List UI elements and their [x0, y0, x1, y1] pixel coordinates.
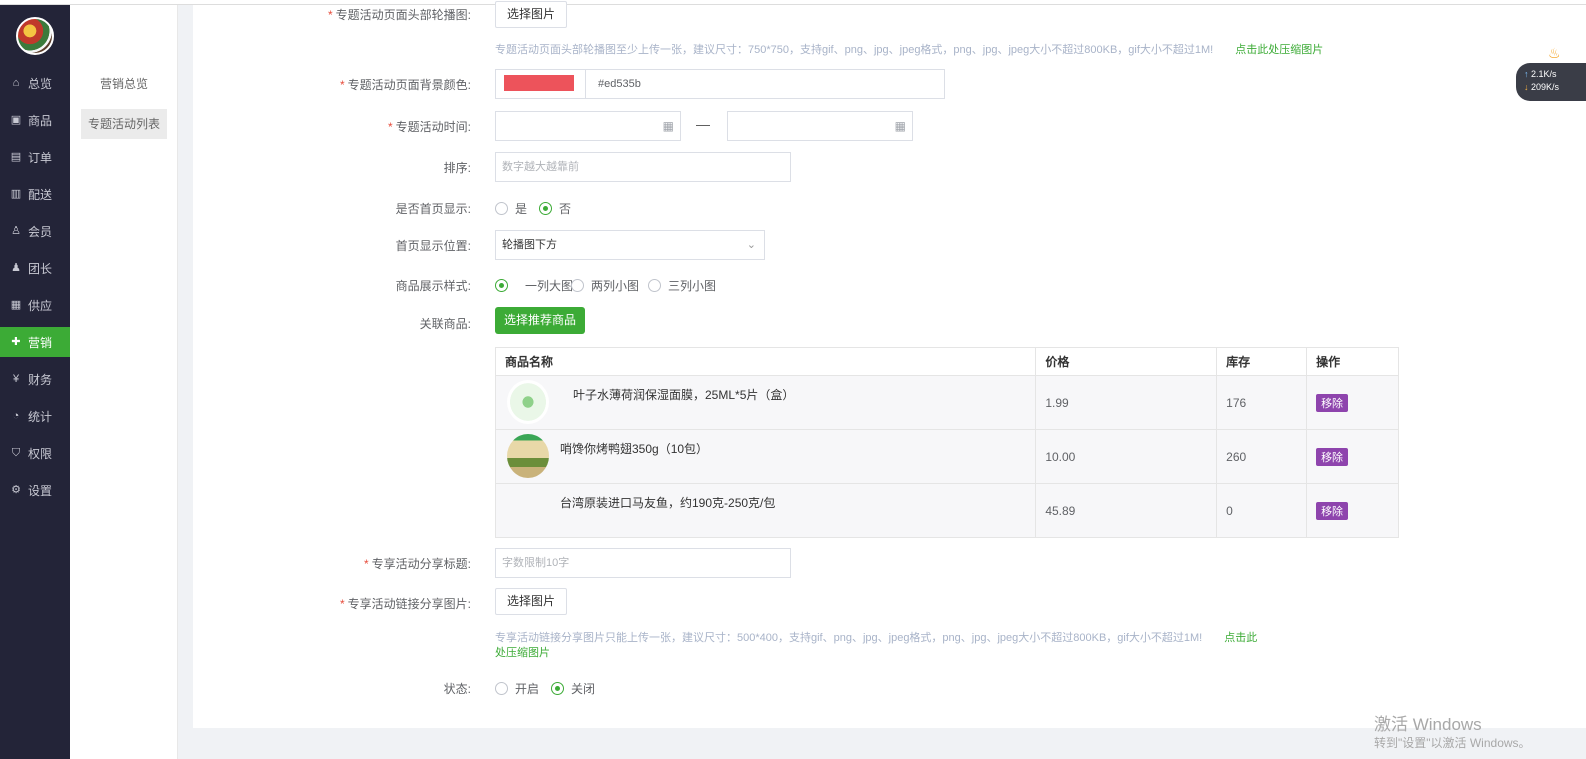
- bg-color-input[interactable]: #ed535b: [495, 69, 945, 99]
- product-name: 台湾原装进口马友鱼，约190克-250克/包: [560, 496, 776, 510]
- table-row: 哨馋你烤鸭翅350g（10包） 10.00 260 移除: [494, 429, 1399, 484]
- product-thumbnail: [507, 434, 549, 478]
- form-panel: * 专题活动页面头部轮播图: 选择图片 专题活动页面头部轮播图至少上传一张，建议尺…: [193, 1, 1586, 728]
- share-compress-link-part1[interactable]: 点击此: [1224, 632, 1257, 644]
- leader-icon: ♟: [11, 262, 21, 274]
- sidebar-item-goods[interactable]: ▣ 商品: [0, 105, 70, 135]
- settings-icon: ⚙: [11, 484, 21, 496]
- product-price: 10.00: [1035, 429, 1218, 484]
- share-title-input[interactable]: 字数限制10字: [495, 548, 791, 578]
- banner-label: * 专题活动页面头部轮播图:: [327, 8, 471, 22]
- color-picker[interactable]: [496, 70, 586, 98]
- sort-label: 排序:: [443, 161, 471, 175]
- member-icon: ♙: [11, 225, 21, 237]
- sidebar-item-overview[interactable]: ⌂ 总览: [0, 68, 70, 98]
- header-price: 价格: [1035, 347, 1218, 376]
- banner-select-image-button[interactable]: 选择图片: [495, 1, 568, 28]
- product-price: 45.89: [1035, 483, 1218, 538]
- network-speed-widget[interactable]: ↑ 2.1K/s ↓ 209K/s: [1516, 63, 1586, 101]
- end-date-input[interactable]: ▦: [727, 111, 913, 141]
- sidebar-item-permission[interactable]: ⛉ 权限: [0, 438, 70, 468]
- product-stock: 0: [1216, 483, 1308, 538]
- permission-icon: ⛉: [11, 447, 21, 459]
- color-hex-value: #ed535b: [598, 78, 641, 90]
- share-compress-link-part2[interactable]: 处压缩图片: [495, 647, 550, 659]
- status-off-radio[interactable]: 关闭: [551, 680, 595, 697]
- product-stock: 260: [1216, 429, 1308, 484]
- sidebar-item-stats[interactable]: ◔ 统计: [0, 401, 70, 431]
- finance-icon: ¥: [12, 373, 20, 385]
- select-goods-button[interactable]: 选择推荐商品: [495, 307, 586, 334]
- calendar-icon: ▦: [662, 119, 674, 133]
- flame-icon: ♨: [1548, 45, 1561, 61]
- homepage-label: 是否首页显示:: [395, 202, 471, 216]
- subnav-topic-list[interactable]: 专题活动列表: [81, 109, 167, 139]
- remove-button[interactable]: 移除: [1316, 393, 1349, 412]
- sidebar-item-members[interactable]: ♙ 会员: [0, 216, 70, 246]
- product-stock: 176: [1216, 375, 1308, 430]
- table-header: 商品名称 价格 库存 操作: [494, 347, 1399, 376]
- sidebar-item-marketing[interactable]: ✚ 营销: [0, 327, 70, 357]
- product-name: 叶子水薄荷润保湿面膜，25ML*5片（盒）: [573, 388, 795, 402]
- homepage-no-radio[interactable]: 否: [539, 200, 571, 217]
- avatar[interactable]: [16, 17, 54, 55]
- product-price: 1.99: [1035, 375, 1218, 430]
- upload-speed: 2.1K/s: [1531, 69, 1557, 79]
- upload-arrow-icon: ↑: [1524, 69, 1529, 79]
- share-title-label: * 专享活动分享标题:: [363, 557, 471, 571]
- home-icon: ⌂: [12, 77, 20, 89]
- table-row: 台湾原装进口马友鱼，约190克-250克/包 45.89 0 移除: [494, 483, 1399, 538]
- gift-icon: ✚: [11, 336, 21, 348]
- related-label: 关联商品:: [419, 317, 471, 331]
- sidebar: ⌂ 总览 ▣ 商品 ▤ 订单 ▥ 配送 ♙ 会员 ♟ 团长 ▦ 供应 ✚ 营销 ¥ 财务 ◔ 统计 …: [0, 5, 70, 759]
- start-date-input[interactable]: ▦: [495, 111, 681, 141]
- sub-navigation: 营销总览 专题活动列表: [70, 5, 178, 759]
- download-speed: 209K/s: [1531, 82, 1560, 92]
- banner-tip: 专题活动页面头部轮播图至少上传一张，建议尺寸：750*750，支持gif、png…: [495, 44, 1324, 56]
- header-name: 商品名称: [494, 347, 1037, 376]
- sidebar-item-settings[interactable]: ⚙ 设置: [0, 475, 70, 505]
- goods-icon: ▣: [10, 114, 22, 126]
- status-on-radio[interactable]: 开启: [495, 680, 539, 697]
- position-select[interactable]: 轮播图下方 ⌄: [495, 230, 765, 260]
- windows-activation-watermark: 激活 Windows 转到"设置"以激活 Windows。: [1374, 715, 1531, 750]
- banner-compress-link[interactable]: 点击此处压缩图片: [1235, 44, 1323, 56]
- order-icon: ▤: [10, 151, 22, 163]
- download-arrow-icon: ↓: [1524, 82, 1529, 92]
- product-name: 哨馋你烤鸭翅350g（10包）: [560, 442, 709, 456]
- table-row: 叶子水薄荷润保湿面膜，25ML*5片（盒） 1.99 176 移除: [494, 375, 1399, 430]
- goods-table: 商品名称 价格 库存 操作 叶子水薄荷润保湿面膜，25ML*5片（盒） 1.99…: [494, 347, 1399, 538]
- bg-color-label: * 专题活动页面背景颜色:: [339, 78, 471, 92]
- sidebar-item-finance[interactable]: ¥ 财务: [0, 364, 70, 394]
- style-three-column-radio[interactable]: 三列小图: [648, 277, 716, 294]
- sidebar-item-supply[interactable]: ▦ 供应: [0, 290, 70, 320]
- header-action: 操作: [1306, 347, 1399, 376]
- chevron-down-icon: ⌄: [746, 239, 756, 251]
- calendar-icon: ▦: [894, 119, 906, 133]
- style-two-column-radio[interactable]: 两列小图: [571, 277, 639, 294]
- sidebar-item-leaders[interactable]: ♟ 团长: [0, 253, 70, 283]
- color-swatch: [504, 75, 574, 91]
- status-label: 状态:: [443, 682, 471, 696]
- sort-input[interactable]: 数字越大越靠前: [495, 152, 791, 182]
- stats-icon: ◔: [12, 410, 20, 422]
- sidebar-item-orders[interactable]: ▤ 订单: [0, 142, 70, 172]
- homepage-yes-radio[interactable]: 是: [495, 200, 527, 217]
- supply-icon: ▦: [10, 299, 22, 311]
- style-one-column-radio[interactable]: 一列大图: [495, 277, 573, 294]
- product-thumbnail: [507, 380, 549, 424]
- date-separator: —: [696, 116, 710, 132]
- share-image-label: * 专享活动链接分享图片:: [339, 597, 471, 611]
- remove-button[interactable]: 移除: [1316, 501, 1349, 520]
- position-label: 首页显示位置:: [395, 239, 471, 253]
- sidebar-item-delivery[interactable]: ▥ 配送: [0, 179, 70, 209]
- delivery-icon: ▥: [10, 188, 22, 200]
- remove-button[interactable]: 移除: [1316, 447, 1349, 466]
- header-stock: 库存: [1216, 347, 1308, 376]
- share-select-image-button[interactable]: 选择图片: [495, 588, 568, 615]
- time-label: * 专题活动时间:: [387, 120, 471, 134]
- style-label: 商品展示样式:: [395, 279, 471, 293]
- share-image-tip: 专享活动链接分享图片只能上传一张，建议尺寸：500*400，支持gif、png、…: [495, 632, 1258, 659]
- subnav-marketing-overview[interactable]: 营销总览: [81, 69, 167, 99]
